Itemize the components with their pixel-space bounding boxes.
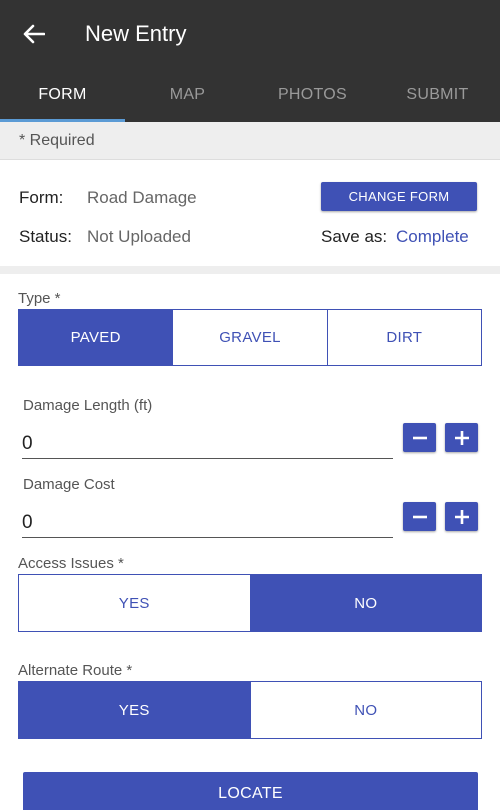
- damage-cost-label: Damage Cost: [23, 476, 115, 493]
- save-as-label: Save as:: [321, 227, 388, 246]
- back-button[interactable]: [14, 14, 54, 54]
- minus-icon: [412, 515, 427, 518]
- type-option-gravel[interactable]: GRAVEL: [173, 310, 328, 365]
- change-form-button[interactable]: CHANGE FORM: [321, 182, 477, 211]
- access-issues-option-yes[interactable]: YES: [19, 575, 251, 631]
- alternate-route-option-no[interactable]: NO: [250, 682, 481, 738]
- damage-length-label: Damage Length (ft): [23, 397, 153, 414]
- required-note: * Required: [19, 132, 95, 149]
- app-bar: New Entry: [0, 0, 500, 68]
- damage-cost-increment-button[interactable]: [445, 502, 478, 531]
- damage-cost-decrement-button[interactable]: [403, 502, 436, 531]
- damage-length-increment-button[interactable]: [445, 423, 478, 452]
- access-issues-option-no[interactable]: NO: [250, 575, 481, 631]
- damage-length-decrement-button[interactable]: [403, 423, 436, 452]
- damage-length-input[interactable]: [22, 429, 393, 459]
- tab-bar: FORM MAP PHOTOS SUBMIT: [0, 68, 500, 122]
- type-label: Type *: [18, 290, 61, 307]
- arrow-left-icon: [23, 24, 45, 44]
- plus-icon: [454, 509, 469, 524]
- access-issues-segmented-control: YES NO: [18, 574, 482, 632]
- form-value: Road Damage: [87, 188, 197, 207]
- tab-submit[interactable]: SUBMIT: [375, 68, 500, 122]
- alternate-route-option-yes[interactable]: YES: [19, 682, 251, 738]
- alternate-route-label: Alternate Route *: [18, 662, 133, 679]
- type-option-dirt[interactable]: DIRT: [327, 310, 481, 365]
- section-divider: [0, 266, 500, 274]
- save-as-value[interactable]: Complete: [396, 227, 469, 247]
- required-banner: * Required: [0, 122, 500, 160]
- locate-button[interactable]: LOCATE: [23, 772, 478, 810]
- tab-form[interactable]: FORM: [0, 68, 125, 122]
- alternate-route-segmented-control: YES NO: [18, 681, 482, 739]
- status-label: Status:: [19, 227, 72, 246]
- status-value: Not Uploaded: [87, 227, 191, 246]
- page-title: New Entry: [85, 21, 187, 46]
- plus-icon: [454, 430, 469, 445]
- type-option-paved[interactable]: PAVED: [19, 310, 174, 365]
- access-issues-label: Access Issues *: [18, 555, 124, 572]
- tab-photos[interactable]: PHOTOS: [250, 68, 375, 122]
- tab-map[interactable]: MAP: [125, 68, 250, 122]
- minus-icon: [412, 436, 427, 439]
- damage-cost-input[interactable]: [22, 508, 393, 538]
- type-segmented-control: PAVED GRAVEL DIRT: [18, 309, 482, 366]
- form-label: Form:: [19, 188, 64, 207]
